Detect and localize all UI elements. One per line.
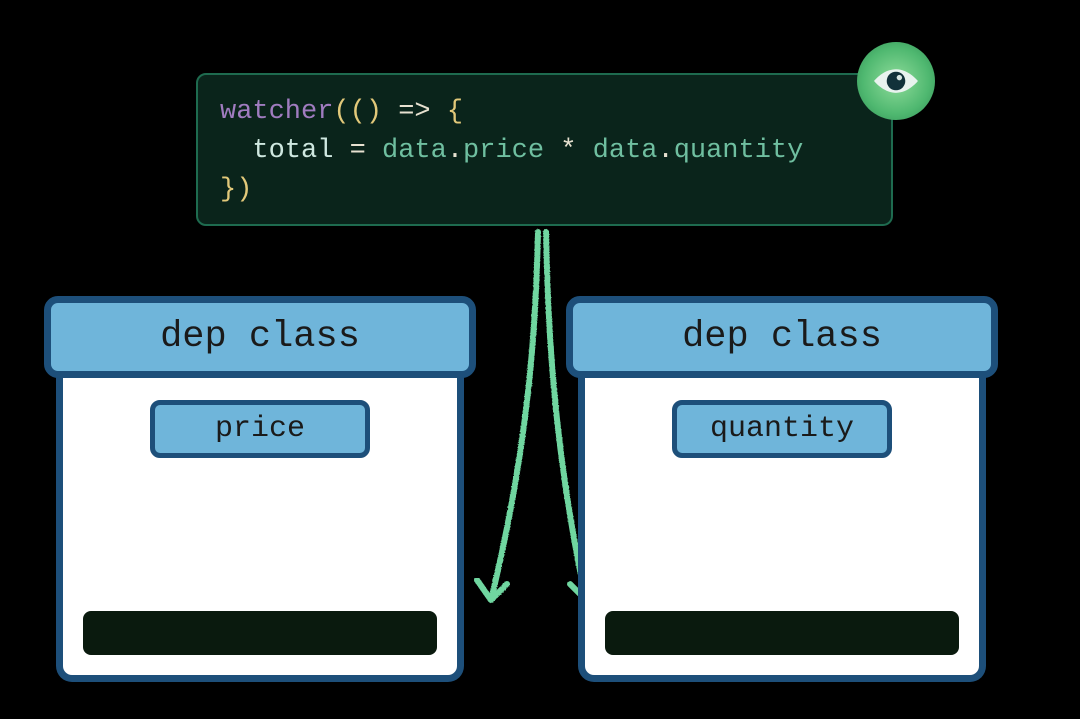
dep-class-body: quantity: [578, 372, 986, 682]
dep-property-chip: price: [150, 400, 370, 458]
code-token-var: total: [252, 136, 333, 166]
dep-class-body: price: [56, 372, 464, 682]
code-token-dot: .: [447, 136, 463, 166]
code-token-arrow: =>: [398, 97, 430, 127]
watcher-eye-icon: [857, 42, 935, 120]
dep-subscribers-bar: [605, 611, 959, 655]
dep-property-label: quantity: [710, 412, 854, 446]
code-token-prop: quantity: [674, 136, 804, 166]
code-token-op: *: [560, 136, 576, 166]
dep-class-header-label: dep class: [682, 316, 882, 358]
code-token-paren: ((: [333, 97, 365, 127]
code-token-paren: ): [236, 175, 252, 205]
dep-property-label: price: [215, 412, 305, 446]
dep-class-header: dep class: [566, 296, 998, 378]
dep-subscribers-bar: [83, 611, 437, 655]
code-token-dot: .: [657, 136, 673, 166]
dep-class-header-label: dep class: [160, 316, 360, 358]
code-token-fn: watcher: [220, 97, 333, 127]
code-token-brace: }: [220, 175, 236, 205]
code-token-brace: {: [447, 97, 463, 127]
watcher-code-block: watcher(() => { total = data.price * dat…: [196, 73, 893, 226]
dep-class-header: dep class: [44, 296, 476, 378]
dep-class-box-quantity: dep class quantity: [566, 296, 998, 682]
code-token-obj: data: [593, 136, 658, 166]
dep-property-chip: quantity: [672, 400, 892, 458]
code-token-obj: data: [382, 136, 447, 166]
eye-icon: [869, 54, 923, 108]
dep-class-box-price: dep class price: [44, 296, 476, 682]
code-token-assign: =: [350, 136, 366, 166]
code-token-prop: price: [463, 136, 544, 166]
code-token-paren: ): [366, 97, 382, 127]
